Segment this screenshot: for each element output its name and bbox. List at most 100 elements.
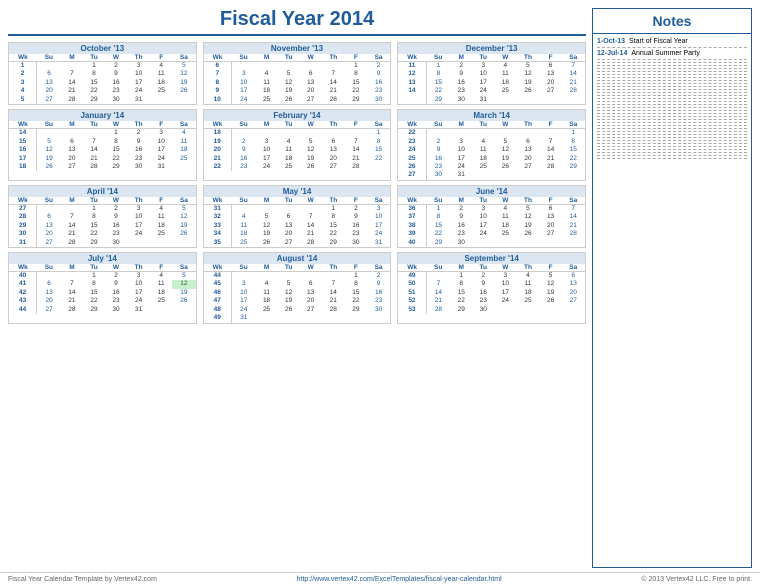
calendar-cell [231, 62, 255, 71]
month-title: June '14 [398, 186, 585, 197]
calendar-cell: 6 [561, 272, 585, 281]
calendar-cell: 11 [398, 62, 426, 71]
calendar-cell: 20 [322, 155, 345, 163]
calendar-cell: 9 [367, 280, 391, 288]
calendar-cell: 9 [105, 70, 127, 78]
calendar-cell [61, 129, 83, 138]
calendar-cell: 1 [426, 204, 450, 213]
calendar-cell: 12 [172, 213, 196, 221]
calendar-cell [561, 171, 585, 179]
calendar-cell: 30 [105, 96, 127, 104]
calendar-cell: 15 [561, 146, 585, 154]
calendar-cell: 18 [9, 163, 37, 171]
calendar-cell: 28 [426, 306, 450, 314]
calendar-cell: 13 [300, 289, 322, 297]
calendar-cell: 10 [472, 70, 494, 78]
calendar-cell: 8 [204, 79, 232, 87]
calendar-cell: 2 [450, 62, 472, 71]
calendar-cell: 22 [345, 87, 367, 95]
calendar-cell: 37 [398, 213, 426, 221]
calendar-cell: 10 [127, 213, 150, 221]
calendar-cell: 6 [516, 138, 539, 146]
calendar-cell [494, 96, 516, 104]
calendar-cell: 25 [150, 230, 172, 238]
calendar-cell: 45 [204, 280, 232, 288]
calendar-cell: 15 [345, 79, 367, 87]
calendar-cell: 14 [426, 289, 450, 297]
calendar-cell: 1 [105, 129, 127, 138]
month-table: WkSuMTuWThFSa221232345678249101112131415… [398, 121, 585, 180]
calendar-cell: 15 [426, 222, 450, 230]
calendar-cell: 10 [150, 138, 172, 146]
calendar-cell: 19 [516, 79, 539, 87]
calendar-cell: 13 [37, 289, 61, 297]
calendar-cell: 19 [204, 138, 232, 146]
calendar-cell: 4 [150, 204, 172, 213]
calendar-cell: 27 [300, 306, 322, 314]
calendar-cell: 23 [367, 297, 391, 305]
notes-title: Notes [593, 9, 751, 34]
calendar-cell [540, 171, 562, 179]
month-table: WkSuMTuWThFSa271234528678910111229131415… [9, 197, 196, 247]
calendar-cell: 26 [172, 297, 196, 305]
calendar-cell: 16 [450, 222, 472, 230]
calendar-cell: 29 [83, 306, 105, 314]
calendar-cell: 23 [345, 230, 367, 238]
calendar-cell [516, 129, 539, 138]
calendar-cell: 1 [345, 272, 367, 281]
calendar-cell: 5 [9, 96, 37, 104]
calendar-cell: 16 [345, 222, 367, 230]
calendar-cell: 44 [9, 306, 37, 314]
calendar-cell [37, 204, 61, 213]
month-block-0: October '13WkSuMTuWThFSa1123452678910111… [8, 42, 197, 105]
calendar-cell: 11 [472, 146, 494, 154]
calendar-cell: 5 [172, 272, 196, 281]
calendar-cell: 12 [37, 146, 61, 154]
calendar-cell: 5 [516, 62, 539, 71]
calendar-cell: 48 [204, 306, 232, 314]
calendar-cell: 2 [9, 70, 37, 78]
calendar-cell: 22 [450, 297, 472, 305]
calendar-cell: 10 [256, 146, 278, 154]
calendar-cell: 13 [37, 222, 61, 230]
calendar-cell: 21 [300, 230, 322, 238]
calendar-cell [150, 96, 172, 104]
calendar-cell [61, 204, 83, 213]
notes-section: Notes 1-Oct-13Start of Fiscal Year12-Jul… [592, 8, 752, 568]
month-table: WkSuMTuWThFSa441245345678946101112131415… [204, 264, 391, 323]
calendar-cell [450, 129, 472, 138]
calendar-cell: 25 [231, 239, 255, 247]
footer-center: http://www.vertex42.com/ExcelTemplates/f… [297, 576, 502, 583]
calendar-cell: 31 [367, 239, 391, 247]
calendar-cell: 15 [322, 222, 345, 230]
calendar-cell: 25 [472, 163, 494, 171]
calendar-cell: 4 [172, 129, 196, 138]
calendar-cell: 20 [540, 79, 562, 87]
calendar-cell: 27 [540, 87, 562, 95]
calendar-cell: 7 [540, 138, 562, 146]
calendar-cell: 1 [83, 204, 105, 213]
calendar-cell [172, 163, 196, 171]
calendar-cell: 15 [9, 138, 37, 146]
calendar-cell: 17 [256, 155, 278, 163]
calendar-cell: 21 [426, 297, 450, 305]
calendar-cell: 2 [127, 129, 150, 138]
calendar-cell: 31 [127, 96, 150, 104]
calendar-cell: 24 [494, 297, 516, 305]
calendar-cell [322, 129, 345, 138]
calendar-cell: 11 [256, 79, 278, 87]
calendar-cell: 52 [398, 297, 426, 305]
calendar-cell: 28 [83, 163, 105, 171]
calendar-cell: 3 [127, 272, 150, 281]
calendar-cell: 4 [277, 138, 299, 146]
calendar-cell: 28 [9, 213, 37, 221]
calendar-cell: 18 [256, 87, 278, 95]
calendar-cell: 6 [540, 204, 562, 213]
calendar-cell: 25 [150, 87, 172, 95]
month-title: April '14 [9, 186, 196, 197]
calendar-cell: 1 [9, 62, 37, 71]
calendar-cell: 23 [367, 87, 391, 95]
month-title: August '14 [204, 253, 391, 264]
calendar-cell: 19 [494, 155, 516, 163]
calendar-cell: 20 [561, 289, 585, 297]
